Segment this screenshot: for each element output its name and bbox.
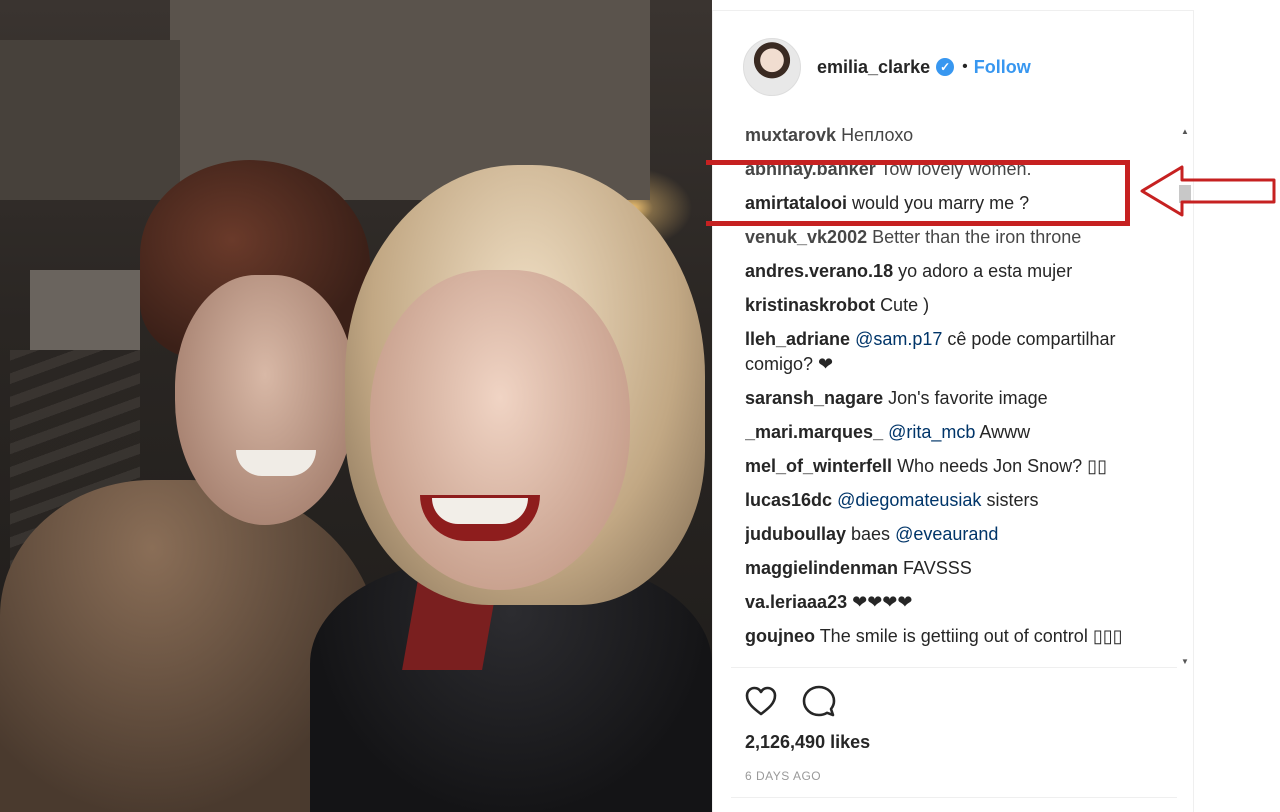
comment-icon[interactable] bbox=[801, 683, 837, 719]
scroll-down-arrow-icon[interactable]: ▼ bbox=[1177, 653, 1193, 669]
comment-username[interactable]: kristinaskrobot bbox=[745, 295, 875, 315]
comment-text: Better than the iron throne bbox=[872, 227, 1082, 247]
comment-item: lucas16dc @diegomateusiak sisters bbox=[745, 484, 1175, 518]
comment-username[interactable]: muxtarovk bbox=[745, 125, 836, 145]
comment-item: va.leriaaa23 ❤❤❤❤ bbox=[745, 586, 1175, 620]
person-left-face bbox=[175, 275, 355, 525]
comment-mention-link[interactable]: @rita_mcb bbox=[888, 422, 975, 442]
comment-item: goujneo The smile is gettiing out of con… bbox=[745, 620, 1175, 654]
comment-mention-link[interactable]: @sam.p17 bbox=[855, 329, 942, 349]
comment-text: ❤❤❤❤ bbox=[852, 592, 913, 612]
post-header: emilia_clarke ✓ • Follow bbox=[713, 11, 1195, 123]
comment-text: Jon's favorite image bbox=[888, 388, 1048, 408]
follow-button[interactable]: Follow bbox=[974, 57, 1031, 78]
post-photo bbox=[0, 0, 712, 812]
comment-item: andres.verano.18 yo adoro a esta mujer bbox=[745, 255, 1175, 289]
comment-item: muxtarovk Неплохо bbox=[745, 119, 1175, 153]
verified-badge-icon: ✓ bbox=[936, 58, 955, 76]
highlight-box bbox=[706, 160, 1130, 226]
divider bbox=[731, 667, 1177, 668]
scroll-up-arrow-icon[interactable]: ▲ bbox=[1177, 123, 1193, 139]
action-bar bbox=[743, 683, 837, 719]
comment-username[interactable]: lleh_adriane bbox=[745, 329, 850, 349]
avatar[interactable] bbox=[743, 38, 801, 96]
comment-username[interactable]: juduboullay bbox=[745, 524, 846, 544]
separator-dot: • bbox=[962, 58, 968, 75]
comment-username[interactable]: goujneo bbox=[745, 626, 815, 646]
comment-item: lleh_adriane @sam.p17 cê pode compartilh… bbox=[745, 323, 1175, 382]
person-right-smile bbox=[432, 498, 528, 524]
post-side-panel: emilia_clarke ✓ • Follow muxtarovk Непло… bbox=[712, 10, 1194, 812]
left-arrow-annotation-icon bbox=[1140, 165, 1276, 217]
post-date[interactable]: 6 DAYS AGO bbox=[745, 769, 821, 783]
comment-text: The smile is gettiing out of control ▯▯▯ bbox=[819, 626, 1123, 646]
comment-item: saransh_nagare Jon's favorite image bbox=[745, 382, 1175, 416]
comment-text: Cute ) bbox=[880, 295, 930, 315]
comment-item: maggielindenman FAVSSS bbox=[745, 552, 1175, 586]
comment-username[interactable]: _mari.marques_ bbox=[745, 422, 883, 442]
comment-text: baes bbox=[851, 524, 891, 544]
comment-mention-link[interactable]: @eveaurand bbox=[895, 524, 998, 544]
comment-item: _mari.marques_ @rita_mcb Awww bbox=[745, 416, 1175, 450]
comment-text: Who needs Jon Snow? ▯▯ bbox=[897, 456, 1107, 476]
comment-text: sisters bbox=[986, 490, 1039, 510]
comment-item: kristinaskrobot Cute ) bbox=[745, 289, 1175, 323]
comment-item: mel_of_winterfell Who needs Jon Snow? ▯▯ bbox=[745, 450, 1175, 484]
comment-username[interactable]: saransh_nagare bbox=[745, 388, 883, 408]
comment-mention-link[interactable]: @diegomateusiak bbox=[837, 490, 981, 510]
comment-username[interactable]: lucas16dc bbox=[745, 490, 832, 510]
comment-username[interactable]: mel_of_winterfell bbox=[745, 456, 892, 476]
divider bbox=[731, 797, 1177, 798]
comment-text: FAVSSS bbox=[903, 558, 972, 578]
comment-item: venuk_vk2002 Better than the iron throne bbox=[745, 221, 1175, 255]
comment-text: Неплохо bbox=[841, 125, 914, 145]
comment-username[interactable]: maggielindenman bbox=[745, 558, 898, 578]
background-building bbox=[0, 40, 180, 200]
comment-username[interactable]: andres.verano.18 bbox=[745, 261, 893, 281]
comment-username[interactable]: va.leriaaa23 bbox=[745, 592, 847, 612]
background-wall bbox=[30, 270, 140, 350]
person-right-face bbox=[370, 270, 630, 590]
comment-item: juduboullay baes @eveaurand bbox=[745, 518, 1175, 552]
comment-username[interactable]: venuk_vk2002 bbox=[745, 227, 867, 247]
likes-count[interactable]: 2,126,490 likes bbox=[745, 732, 870, 753]
heart-icon[interactable] bbox=[743, 683, 779, 719]
comment-text: Awww bbox=[979, 422, 1031, 442]
comment-text: yo adoro a esta mujer bbox=[898, 261, 1073, 281]
username-link[interactable]: emilia_clarke bbox=[817, 57, 930, 78]
